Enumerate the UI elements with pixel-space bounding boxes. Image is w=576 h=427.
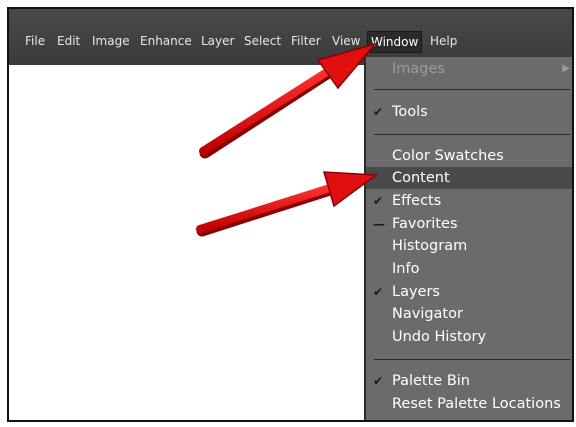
menu-image[interactable]: Image [92,33,130,49]
window-menu-item-navigator[interactable]: Navigator [366,303,572,325]
menu-select[interactable]: Select [244,33,281,49]
submenu-arrow-icon: ▶ [562,63,570,74]
menu-window[interactable]: Window [367,31,423,53]
document-canvas [9,65,364,420]
window-menu-item-histogram[interactable]: Histogram [366,235,572,257]
checkmark-icon: ✔ [373,285,384,299]
menu-view[interactable]: View [332,33,360,49]
window-menu-item-favorites[interactable]: — Favorites [366,213,572,235]
window-menu-item-undo-history[interactable]: Undo History [366,326,572,348]
menu-enhance[interactable]: Enhance [140,33,192,49]
menu-layer[interactable]: Layer [201,33,234,49]
menu-separator [374,359,570,360]
menu-edit[interactable]: Edit [57,33,80,49]
window-menu-item-info[interactable]: Info [366,258,572,280]
window-menu-item-effects[interactable]: ✔ Effects [366,190,572,212]
checkmark-icon: ✔ [373,105,384,119]
menu-file[interactable]: File [25,33,45,49]
window-menu-item-color-swatches[interactable]: Color Swatches [366,145,572,167]
app-window: File Edit Image Enhance Layer Select Fil… [7,7,574,422]
menu-separator [374,89,570,90]
window-menu-item-content[interactable]: Content [366,167,572,189]
menu-separator [374,134,570,135]
window-menu-item-tools[interactable]: ✔ Tools [366,101,572,123]
checkmark-icon: ✔ [373,194,384,208]
dash-icon: — [373,217,385,231]
window-menu-item-reset-palette-locations[interactable]: Reset Palette Locations [366,393,572,415]
menu-filter[interactable]: Filter [291,33,321,49]
window-menu-dropdown: Images ▶ ✔ Tools Color Swatches Content … [364,57,572,420]
checkmark-icon: ✔ [373,374,384,388]
screenshot-frame: File Edit Image Enhance Layer Select Fil… [0,0,576,427]
window-menu-item-palette-bin[interactable]: ✔ Palette Bin [366,370,572,392]
window-menu-item-images: Images ▶ [366,58,572,80]
menu-help[interactable]: Help [430,33,457,49]
window-menu-item-layers[interactable]: ✔ Layers [366,281,572,303]
